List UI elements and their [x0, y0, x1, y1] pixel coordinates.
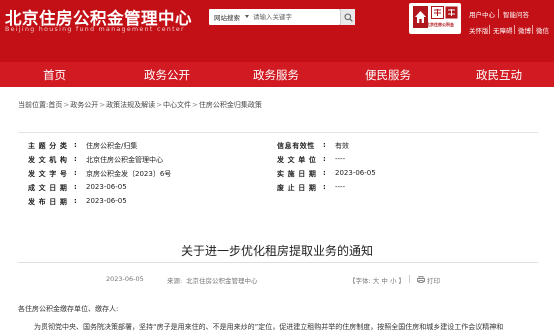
info-colon: : — [74, 169, 77, 177]
nav-item-public-service[interactable]: 便民服务 — [365, 67, 411, 83]
chevron-right-icon: > — [156, 101, 162, 109]
info-value: 有效 — [335, 142, 349, 150]
search-scope-select[interactable]: 网站搜索 — [214, 12, 240, 22]
page: { "header": { "site_title": "北京住房公积金管理中心… — [0, 0, 554, 335]
breadcrumb-item-collection-policy[interactable]: 住房公积金归集政策 — [199, 100, 262, 110]
info-label: 实 施 日 期 — [277, 170, 317, 178]
printer-icon[interactable] — [417, 276, 425, 283]
divider — [532, 25, 533, 34]
info-value: 京房公积金发〔2023〕6号 — [86, 170, 172, 178]
article-paragraph: 为贯彻党中央、国务院决策部署，坚持“房子是用来住的、不是用来炒的”定位，促进建立… — [34, 323, 504, 331]
breadcrumb-item-policy[interactable]: 政策法规及解读 — [106, 100, 155, 110]
info-row: 发 布 日 期 : 2023-06-05 — [18, 197, 538, 210]
info-value: 2023-06-05 — [335, 169, 376, 177]
info-value: ---- — [335, 155, 346, 163]
nav-item-gov-service[interactable]: 政务服务 — [253, 67, 299, 83]
breadcrumb: 当前位置:首页>政务公开>政策法规及解读>中心文件>住房公积金归集政策 — [18, 100, 262, 110]
info-value: 2023-06-05 — [86, 183, 127, 191]
search-input[interactable] — [253, 11, 333, 23]
info-label: 主 题 分 类 — [28, 142, 68, 150]
article-title: 关于进一步优化租房提取业务的通知 — [180, 244, 373, 258]
site-header: 北京住房公积金管理中心 Beijing housing fund managem… — [0, 0, 554, 62]
divider — [18, 262, 538, 263]
info-colon: : — [74, 141, 77, 149]
chevron-down-icon[interactable] — [245, 15, 249, 18]
info-colon: : — [323, 155, 326, 163]
info-value: 北京住房公积金管理中心 — [86, 156, 163, 164]
nav-item-home[interactable]: 首页 — [43, 67, 66, 83]
font-medium-button[interactable]: 中 — [381, 277, 388, 285]
info-colon: : — [323, 169, 326, 177]
search-icon — [344, 13, 353, 22]
document-info-panel: 主 题 分 类 : 住房公积金/归集 信息有效性 : 有效 发 文 机 构 : … — [18, 134, 538, 212]
info-row: 发 文 字 号 : 京房公积金发〔2023〕6号 实 施 日 期 : 2023-… — [18, 169, 538, 182]
info-value: 2023-06-05 — [86, 197, 127, 205]
divider — [18, 132, 538, 133]
seal-icon — [431, 6, 458, 19]
info-label: 发 文 单 位 — [277, 156, 317, 164]
info-label: 信息有效性 — [277, 142, 315, 150]
breadcrumb-item-gov-open[interactable]: 政务公开 — [70, 100, 98, 110]
breadcrumb-item-center-docs[interactable]: 中心文件 — [163, 100, 191, 110]
info-label: 发 文 机 构 — [28, 156, 68, 164]
breadcrumb-prefix: 当前位置: — [18, 101, 49, 109]
source-label: 来源: — [167, 277, 183, 285]
chevron-right-icon: > — [191, 101, 198, 109]
font-large-button[interactable]: 大 — [373, 277, 380, 285]
divider — [514, 25, 515, 34]
info-label: 发 布 日 期 — [28, 198, 68, 206]
nav-item-interaction[interactable]: 政民互动 — [476, 67, 522, 83]
source-value: 北京住房公积金管理中心 — [186, 277, 258, 285]
elderly-mode-link[interactable]: 关怀版 — [469, 25, 489, 35]
info-label: 废 止 日 期 — [277, 184, 317, 192]
nav-item-gov-open[interactable]: 政务公开 — [144, 67, 190, 83]
info-value: ---- — [335, 183, 346, 191]
search-button[interactable] — [340, 9, 355, 25]
chevron-right-icon: > — [99, 101, 106, 109]
breadcrumb-item-home[interactable]: 首页 — [48, 100, 62, 110]
font-size-label: 【字体: — [349, 277, 371, 285]
font-size-control: 【字体: 大 中 小 】 — [349, 275, 405, 285]
info-colon: : — [323, 183, 326, 191]
emblem-caption: 北京住房公积金 — [426, 22, 454, 27]
print-button[interactable]: 打印 — [427, 275, 440, 285]
search-box: 网站搜索 — [209, 9, 340, 25]
info-colon: : — [323, 141, 326, 149]
info-colon: : — [74, 155, 77, 163]
weibo-link[interactable]: 微博 — [518, 25, 531, 35]
divider — [409, 275, 410, 283]
info-label: 成 文 日 期 — [28, 184, 68, 192]
font-small-button[interactable]: 小 — [390, 277, 397, 285]
emblem-logo: 北京住房公积金 — [409, 3, 461, 34]
info-row: 发 文 机 构 : 北京住房公积金管理中心 发 文 单 位 : ---- — [18, 155, 538, 168]
user-center-link[interactable]: 用户中心 — [469, 9, 495, 19]
site-subtitle: Beijing housing fund management center — [5, 26, 185, 33]
info-row: 成 文 日 期 : 2023-06-05 废 止 日 期 : ---- — [18, 183, 538, 196]
info-label: 发 文 字 号 — [28, 170, 68, 178]
chevron-right-icon: > — [63, 101, 70, 109]
divider — [489, 25, 490, 34]
info-value: 住房公积金/归集 — [86, 142, 138, 150]
smart-qa-link[interactable]: 智能问答 — [503, 9, 529, 19]
wechat-link[interactable]: 微信 — [536, 25, 549, 35]
accessibility-link[interactable]: 无障碍 — [493, 25, 513, 35]
info-row: 主 题 分 类 : 住房公积金/归集 信息有效性 : 有效 — [18, 141, 538, 154]
info-colon: : — [74, 183, 77, 191]
main-nav: 首页 政务公开 政务服务 便民服务 政民互动 — [0, 62, 554, 87]
info-colon: : — [74, 197, 77, 205]
article-date: 2023-06-05 — [106, 275, 144, 283]
article-greeting: 各住房公积金缴存单位、缴存人: — [18, 305, 119, 313]
font-size-close: 】 — [398, 277, 406, 285]
divider — [498, 9, 499, 18]
